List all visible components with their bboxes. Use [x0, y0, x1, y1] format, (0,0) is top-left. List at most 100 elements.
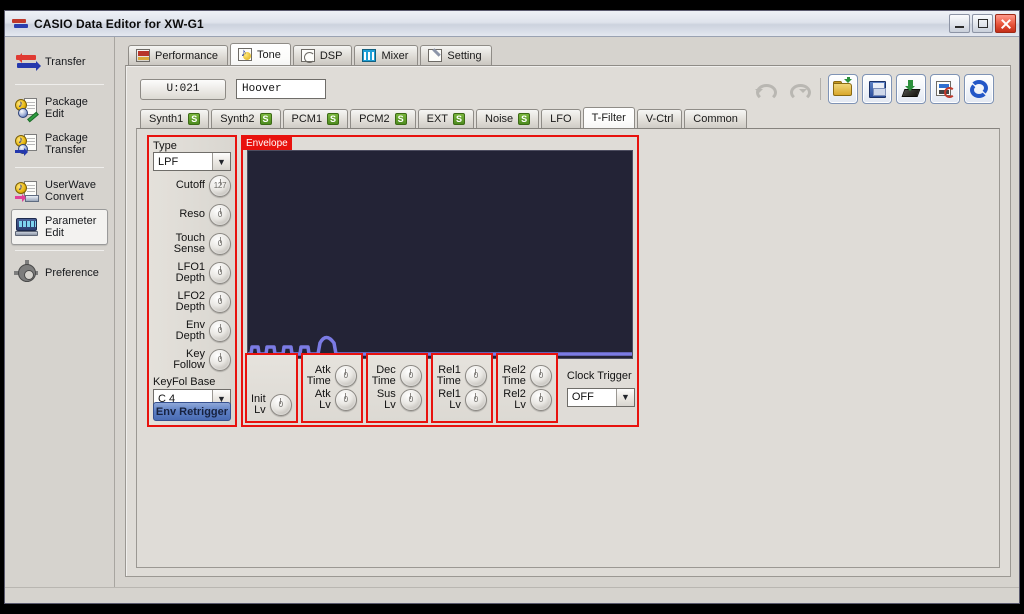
dsp-icon — [300, 49, 315, 63]
label-line-1: Package — [45, 132, 88, 144]
sub-tab-common[interactable]: Common — [684, 109, 747, 128]
filter-type-select[interactable]: LPF ▼ — [153, 152, 231, 171]
tab-label: Performance — [155, 49, 218, 62]
sidebar-item-transfer[interactable]: Transfer — [11, 45, 108, 79]
rel2-lv-knob[interactable]: 0 — [529, 389, 552, 411]
tab-mixer[interactable]: Mixer — [354, 45, 419, 65]
init-lv-knob[interactable]: 0 — [269, 394, 292, 416]
rel1-time-knob[interactable]: 0 — [464, 365, 487, 387]
sub-tab-label: Common — [693, 113, 738, 125]
tone-content-panel: U:021 Hoover Synth1 S Synth2 S PCM1 S PC… — [125, 65, 1011, 577]
app-transfer-icon — [11, 16, 29, 32]
sub-tab-pcm2[interactable]: PCM2 S — [350, 109, 416, 128]
sidebar-item-parameter-edit[interactable]: Parameter Edit — [11, 209, 108, 245]
solo-badge[interactable]: S — [188, 113, 201, 125]
status-bar — [5, 587, 1019, 603]
save-button[interactable] — [862, 74, 892, 104]
userwave-convert-icon — [15, 180, 39, 202]
sync-refresh-icon — [969, 80, 989, 98]
cutoff-knob[interactable]: 127 — [209, 174, 231, 197]
solo-badge[interactable]: S — [259, 113, 272, 125]
restore-button[interactable] — [930, 74, 960, 104]
filter-parameter-group: Type LPF ▼ Cutoff 127 Reso 0 Touch Sense… — [147, 135, 237, 427]
atk-time-knob[interactable]: 0 — [334, 365, 357, 387]
sub-tab-lfo[interactable]: LFO — [541, 109, 581, 128]
sus-lv-row: Sus Lv 0 — [372, 389, 422, 411]
window-body: Transfer Package Edit Package Transfe — [5, 37, 1019, 587]
sub-tab-synth2[interactable]: Synth2 S — [211, 109, 281, 128]
label-line-2: Edit — [45, 108, 64, 120]
sub-tab-pcm1[interactable]: PCM1 S — [282, 109, 349, 128]
solo-badge[interactable]: S — [453, 113, 466, 125]
reso-knob[interactable]: 0 — [209, 203, 231, 226]
undo-arrow-icon — [755, 82, 777, 101]
sub-tab-v-ctrl[interactable]: V-Ctrl — [636, 109, 683, 128]
rel1-lv-knob[interactable]: 0 — [464, 389, 487, 411]
envelope-curve-path — [248, 335, 632, 356]
param-row-touch-sense: Touch Sense 0 — [153, 229, 231, 258]
dec-time-knob[interactable]: 0 — [399, 365, 422, 387]
open-button[interactable] — [828, 74, 858, 104]
param-label: Dec Time — [371, 364, 396, 387]
release2-group: Rel2 Time 0 Rel2 Lv 0 — [495, 353, 558, 423]
lfo1-depth-knob[interactable]: 0 — [209, 261, 231, 284]
sub-tab-ext[interactable]: EXT S — [417, 109, 475, 128]
touch-sense-knob[interactable]: 0 — [209, 232, 231, 255]
solo-badge[interactable]: S — [327, 113, 340, 125]
maximize-button[interactable] — [972, 14, 993, 33]
keyfol-base-label: KeyFol Base — [153, 376, 216, 388]
tone-name-input[interactable]: Hoover — [236, 79, 326, 99]
sub-tab-synth1[interactable]: Synth1 S — [140, 109, 210, 128]
tab-dsp[interactable]: DSP — [292, 45, 353, 65]
clock-trigger-select[interactable]: OFF ▼ — [566, 387, 635, 407]
sync-button[interactable] — [964, 74, 994, 104]
sidebar-item-package-transfer[interactable]: Package Transfer — [11, 126, 108, 162]
package-edit-icon — [15, 97, 39, 123]
lfo2-depth-knob[interactable]: 0 — [209, 290, 231, 313]
tab-tone[interactable]: Tone — [229, 43, 291, 65]
rel2-time-knob[interactable]: 0 — [529, 365, 552, 387]
sidebar-item-label: Preference — [45, 267, 99, 279]
gear-icon — [14, 260, 39, 284]
label-line-2: Transfer — [45, 144, 86, 156]
env-depth-knob[interactable]: 0 — [209, 319, 231, 342]
sidebar-item-label: UserWave Convert — [45, 179, 96, 203]
solo-badge[interactable]: S — [394, 113, 407, 125]
param-row-lfo2-depth: LFO2 Depth 0 — [153, 287, 231, 316]
sidebar-item-package-edit[interactable]: Package Edit — [11, 90, 108, 126]
init-group: Init Lv 0 — [245, 353, 298, 423]
sidebar-item-label: Package Transfer — [45, 132, 88, 156]
sub-tab-label: PCM1 — [291, 113, 323, 125]
env-retrigger-button[interactable]: Env Retrigger — [153, 402, 231, 421]
tab-label: Tone — [256, 48, 281, 61]
sub-tab-t-filter[interactable]: T-Filter — [582, 107, 635, 128]
application-window: CASIO Data Editor for XW-G1 Transfer ♪ P… — [4, 10, 1020, 604]
param-row-env-depth: Env Depth 0 — [153, 316, 231, 345]
undo-button[interactable] — [749, 74, 779, 104]
tab-setting[interactable]: Setting — [420, 45, 492, 65]
minimize-button[interactable] — [949, 14, 970, 33]
envelope-controls: Init Lv 0 Atk Time 0 Atk Lv 0 Dec Time 0… — [245, 353, 635, 423]
label-line-1: Package — [45, 96, 88, 108]
param-label: Touch Sense — [173, 231, 205, 255]
solo-badge[interactable]: S — [518, 113, 531, 125]
tab-performance[interactable]: Performance — [128, 45, 228, 65]
sus-lv-knob[interactable]: 0 — [399, 389, 422, 411]
redo-button[interactable] — [783, 74, 813, 104]
sidebar-item-preference[interactable]: Preference — [11, 256, 108, 290]
param-label: Cutoff — [175, 179, 205, 191]
envelope-graph[interactable] — [247, 150, 633, 359]
tone-number-button[interactable]: U:021 — [140, 78, 226, 100]
release1-group: Rel1 Time 0 Rel1 Lv 0 — [430, 353, 493, 423]
close-button[interactable] — [995, 14, 1016, 33]
key-follow-knob[interactable]: 0 — [209, 348, 231, 371]
write-button[interactable] — [896, 74, 926, 104]
sidebar-item-userwave-convert[interactable]: UserWave Convert — [11, 173, 108, 209]
t-filter-editor-panel: Type LPF ▼ Cutoff 127 Reso 0 Touch Sense… — [136, 128, 1000, 568]
init-lv-row: Init Lv 0 — [251, 394, 292, 416]
envelope-group: Envelope Init Lv 0 Atk Time 0 Atk Lv 0 D… — [241, 135, 639, 427]
sub-tab-label: Noise — [485, 113, 514, 125]
sub-tab-noise[interactable]: Noise S — [476, 109, 540, 128]
sidebar-item-label: Parameter Edit — [45, 215, 96, 239]
atk-lv-knob[interactable]: 0 — [334, 389, 357, 411]
